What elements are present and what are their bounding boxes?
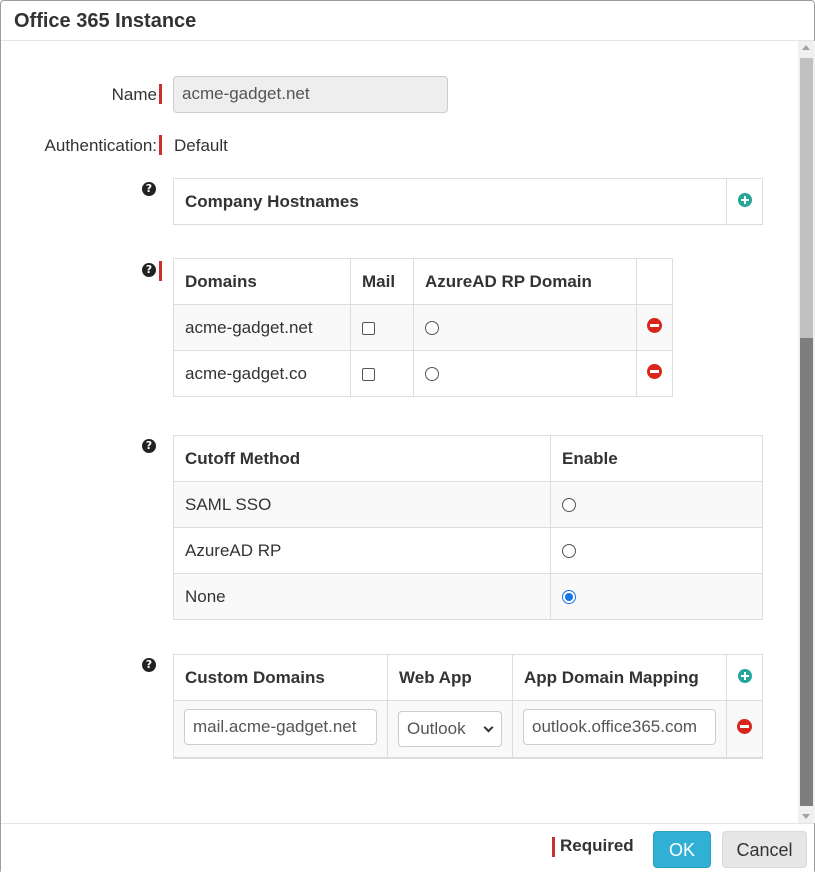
web-app-select-value: Outlook (407, 719, 466, 738)
name-input[interactable]: acme-gadget.net (173, 76, 448, 113)
enable-saml-sso-radio[interactable] (562, 498, 576, 513)
table-row: AzureAD RP (173, 527, 763, 574)
dialog-body: Name acme-gadget.net Authentication: Def… (1, 41, 798, 823)
help-icon[interactable]: ? (142, 658, 156, 672)
azuread-rp-domain-radio[interactable] (425, 321, 439, 336)
web-app-select[interactable]: Outlook (398, 711, 502, 747)
dialog-titlebar: Office 365 Instance (1, 1, 814, 41)
cutoff-method-cell: AzureAD RP (173, 527, 551, 574)
dialog-footer: Required OK Cancel (1, 823, 814, 874)
help-icon[interactable]: ? (142, 182, 156, 196)
enable-column-header: Enable (550, 435, 763, 482)
enable-azuread-rp-radio[interactable] (562, 544, 576, 559)
app-domain-mapping-column-header: App Domain Mapping (512, 654, 727, 701)
scroll-up-arrow-icon[interactable] (802, 45, 810, 50)
scrollbar-thumb[interactable] (800, 58, 813, 806)
enable-none-radio[interactable] (562, 590, 576, 605)
required-marker (159, 135, 162, 155)
cancel-button[interactable]: Cancel (722, 831, 807, 868)
domains-column-header: Domains (173, 258, 351, 305)
vertical-scrollbar[interactable] (798, 41, 815, 823)
help-icon[interactable]: ? (142, 439, 156, 453)
azuread-rp-domain-radio[interactable] (425, 367, 439, 382)
mail-column-header: Mail (350, 258, 414, 305)
chevron-down-icon (483, 722, 494, 733)
domains-table: Domains Mail AzureAD RP Domain acme-gadg… (173, 258, 673, 397)
cutoff-method-cell: SAML SSO (173, 481, 551, 528)
help-icon[interactable]: ? (142, 263, 156, 277)
app-domain-mapping-input[interactable]: outlook.office365.com (523, 708, 716, 745)
mail-checkbox[interactable] (362, 321, 375, 335)
required-marker (552, 837, 555, 857)
scroll-down-arrow-icon[interactable] (802, 814, 810, 819)
mail-checkbox[interactable] (362, 367, 375, 381)
remove-domain-icon[interactable] (647, 363, 662, 379)
authentication-value: Default (174, 136, 228, 155)
domain-cell: acme-gadget.net (173, 304, 351, 351)
web-app-column-header: Web App (387, 654, 513, 701)
name-label: Name (111, 85, 157, 104)
required-legend: Required (552, 836, 634, 857)
table-row: acme-gadget.net (173, 304, 673, 351)
ok-button[interactable]: OK (653, 831, 711, 868)
table-row: None (173, 573, 763, 620)
custom-domains-table: Custom Domains Web App App Domain Mappin… (173, 654, 763, 759)
company-hostnames-table: Company Hostnames (173, 178, 763, 225)
remove-custom-domain-icon[interactable] (737, 719, 752, 734)
required-legend-label: Required (560, 836, 634, 855)
table-row: acme-gadget.co (173, 350, 673, 397)
custom-domain-input[interactable]: mail.acme-gadget.net (184, 708, 377, 745)
required-marker (159, 261, 162, 281)
custom-domains-column-header: Custom Domains (173, 654, 388, 701)
table-row: SAML SSO (173, 481, 763, 528)
company-hostnames-header: Company Hostnames (173, 178, 727, 225)
table-row: mail.acme-gadget.net Outlook outlook.off… (173, 700, 763, 758)
cutoff-method-table: Cutoff Method Enable SAML SSO AzureAD RP… (173, 435, 763, 620)
add-hostname-icon[interactable] (737, 192, 752, 207)
cutoff-method-column-header: Cutoff Method (173, 435, 551, 482)
required-marker (159, 84, 162, 104)
dialog-title: Office 365 Instance (14, 10, 197, 32)
authentication-label: Authentication: (44, 136, 157, 155)
remove-domain-icon[interactable] (647, 317, 662, 333)
office365-instance-dialog: Office 365 Instance Name acme-gadget.net… (0, 0, 815, 874)
azuread-rp-domain-column-header: AzureAD RP Domain (413, 258, 637, 305)
cutoff-method-cell: None (173, 573, 551, 620)
domain-cell: acme-gadget.co (173, 350, 351, 397)
add-custom-domain-icon[interactable] (737, 668, 752, 683)
